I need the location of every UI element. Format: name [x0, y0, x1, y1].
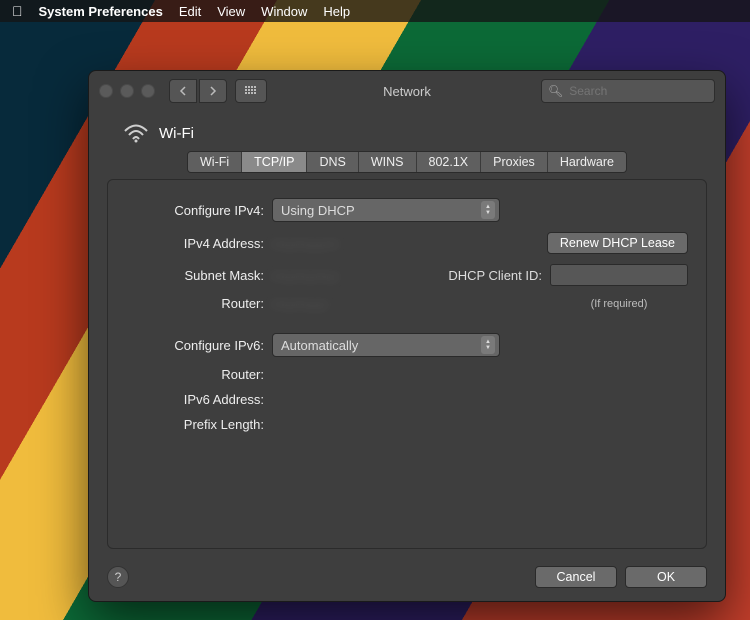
router-label: Router:: [126, 296, 272, 311]
app-menu[interactable]: System Preferences: [39, 4, 163, 19]
tab-dns[interactable]: DNS: [307, 152, 358, 172]
menu-help[interactable]: Help: [323, 4, 350, 19]
menu-window[interactable]: Window: [261, 4, 307, 19]
tab-wins[interactable]: WINS: [359, 152, 417, 172]
router6-label: Router:: [126, 367, 272, 382]
updown-icon: ▲▼: [481, 201, 495, 219]
configure-ipv6-label: Configure IPv6:: [126, 338, 272, 353]
tab-bar: Wi-Fi TCP/IP DNS WINS 802.1X Proxies Har…: [89, 151, 725, 173]
window-controls: [99, 84, 155, 98]
prefix-length-label: Prefix Length:: [126, 417, 272, 432]
dhcp-client-id-input[interactable]: [550, 264, 688, 286]
tab-proxies[interactable]: Proxies: [481, 152, 548, 172]
grid-icon: [245, 86, 257, 96]
interface-name: Wi-Fi: [159, 125, 194, 142]
network-window: Network 🔍︎ Wi-Fi Wi-Fi TCP/IP DNS WINS 8…: [88, 70, 726, 602]
tab-wifi[interactable]: Wi-Fi: [188, 152, 242, 172]
close-button[interactable]: [99, 84, 113, 98]
menubar:  System Preferences Edit View Window He…: [0, 0, 750, 22]
apple-menu[interactable]: : [12, 3, 23, 19]
renew-dhcp-button[interactable]: Renew DHCP Lease: [547, 232, 688, 254]
sheet-footer: ? Cancel OK: [89, 553, 725, 601]
back-button[interactable]: [169, 79, 197, 103]
configure-ipv6-value: Automatically: [281, 338, 358, 353]
dhcp-client-id-label: DHCP Client ID:: [448, 268, 542, 283]
desktop:  System Preferences Edit View Window He…: [0, 0, 750, 620]
search-input[interactable]: [567, 83, 708, 99]
menu-edit[interactable]: Edit: [179, 4, 201, 19]
configure-ipv4-value: Using DHCP: [281, 203, 355, 218]
ok-button[interactable]: OK: [625, 566, 707, 588]
ipv4-address-label: IPv4 Address:: [126, 236, 272, 251]
router-value: ···.···.·.·: [272, 296, 328, 311]
chevron-left-icon: [179, 86, 187, 96]
search-icon: 🔍︎: [548, 84, 563, 98]
menu-view[interactable]: View: [217, 4, 245, 19]
updown-icon: ▲▼: [481, 336, 495, 354]
zoom-button[interactable]: [141, 84, 155, 98]
configure-ipv6-select[interactable]: Automatically ▲▼: [272, 333, 500, 357]
interface-header: Wi-Fi: [89, 111, 725, 151]
dhcp-note: (If required): [550, 298, 688, 310]
help-button[interactable]: ?: [107, 566, 129, 588]
configure-ipv4-select[interactable]: Using DHCP ▲▼: [272, 198, 500, 222]
tab-tcpip[interactable]: TCP/IP: [242, 152, 307, 172]
tcpip-panel: Configure IPv4: Using DHCP ▲▼ IPv4 Addre…: [107, 179, 707, 549]
wifi-icon: [123, 123, 149, 143]
configure-ipv4-label: Configure IPv4:: [126, 203, 272, 218]
ipv6-address-label: IPv6 Address:: [126, 392, 272, 407]
cancel-button[interactable]: Cancel: [535, 566, 617, 588]
show-all-button[interactable]: [235, 79, 267, 103]
subnet-mask-label: Subnet Mask:: [126, 268, 272, 283]
minimize-button[interactable]: [120, 84, 134, 98]
chevron-right-icon: [209, 86, 217, 96]
subnet-mask-value: ···.···.···.·: [272, 268, 339, 283]
titlebar: Network 🔍︎: [89, 71, 725, 111]
ipv4-address-value: ···.···.·.···: [272, 236, 339, 251]
forward-button[interactable]: [199, 79, 227, 103]
search-field[interactable]: 🔍︎: [541, 79, 715, 103]
tab-8021x[interactable]: 802.1X: [417, 152, 482, 172]
tab-hardware[interactable]: Hardware: [548, 152, 626, 172]
